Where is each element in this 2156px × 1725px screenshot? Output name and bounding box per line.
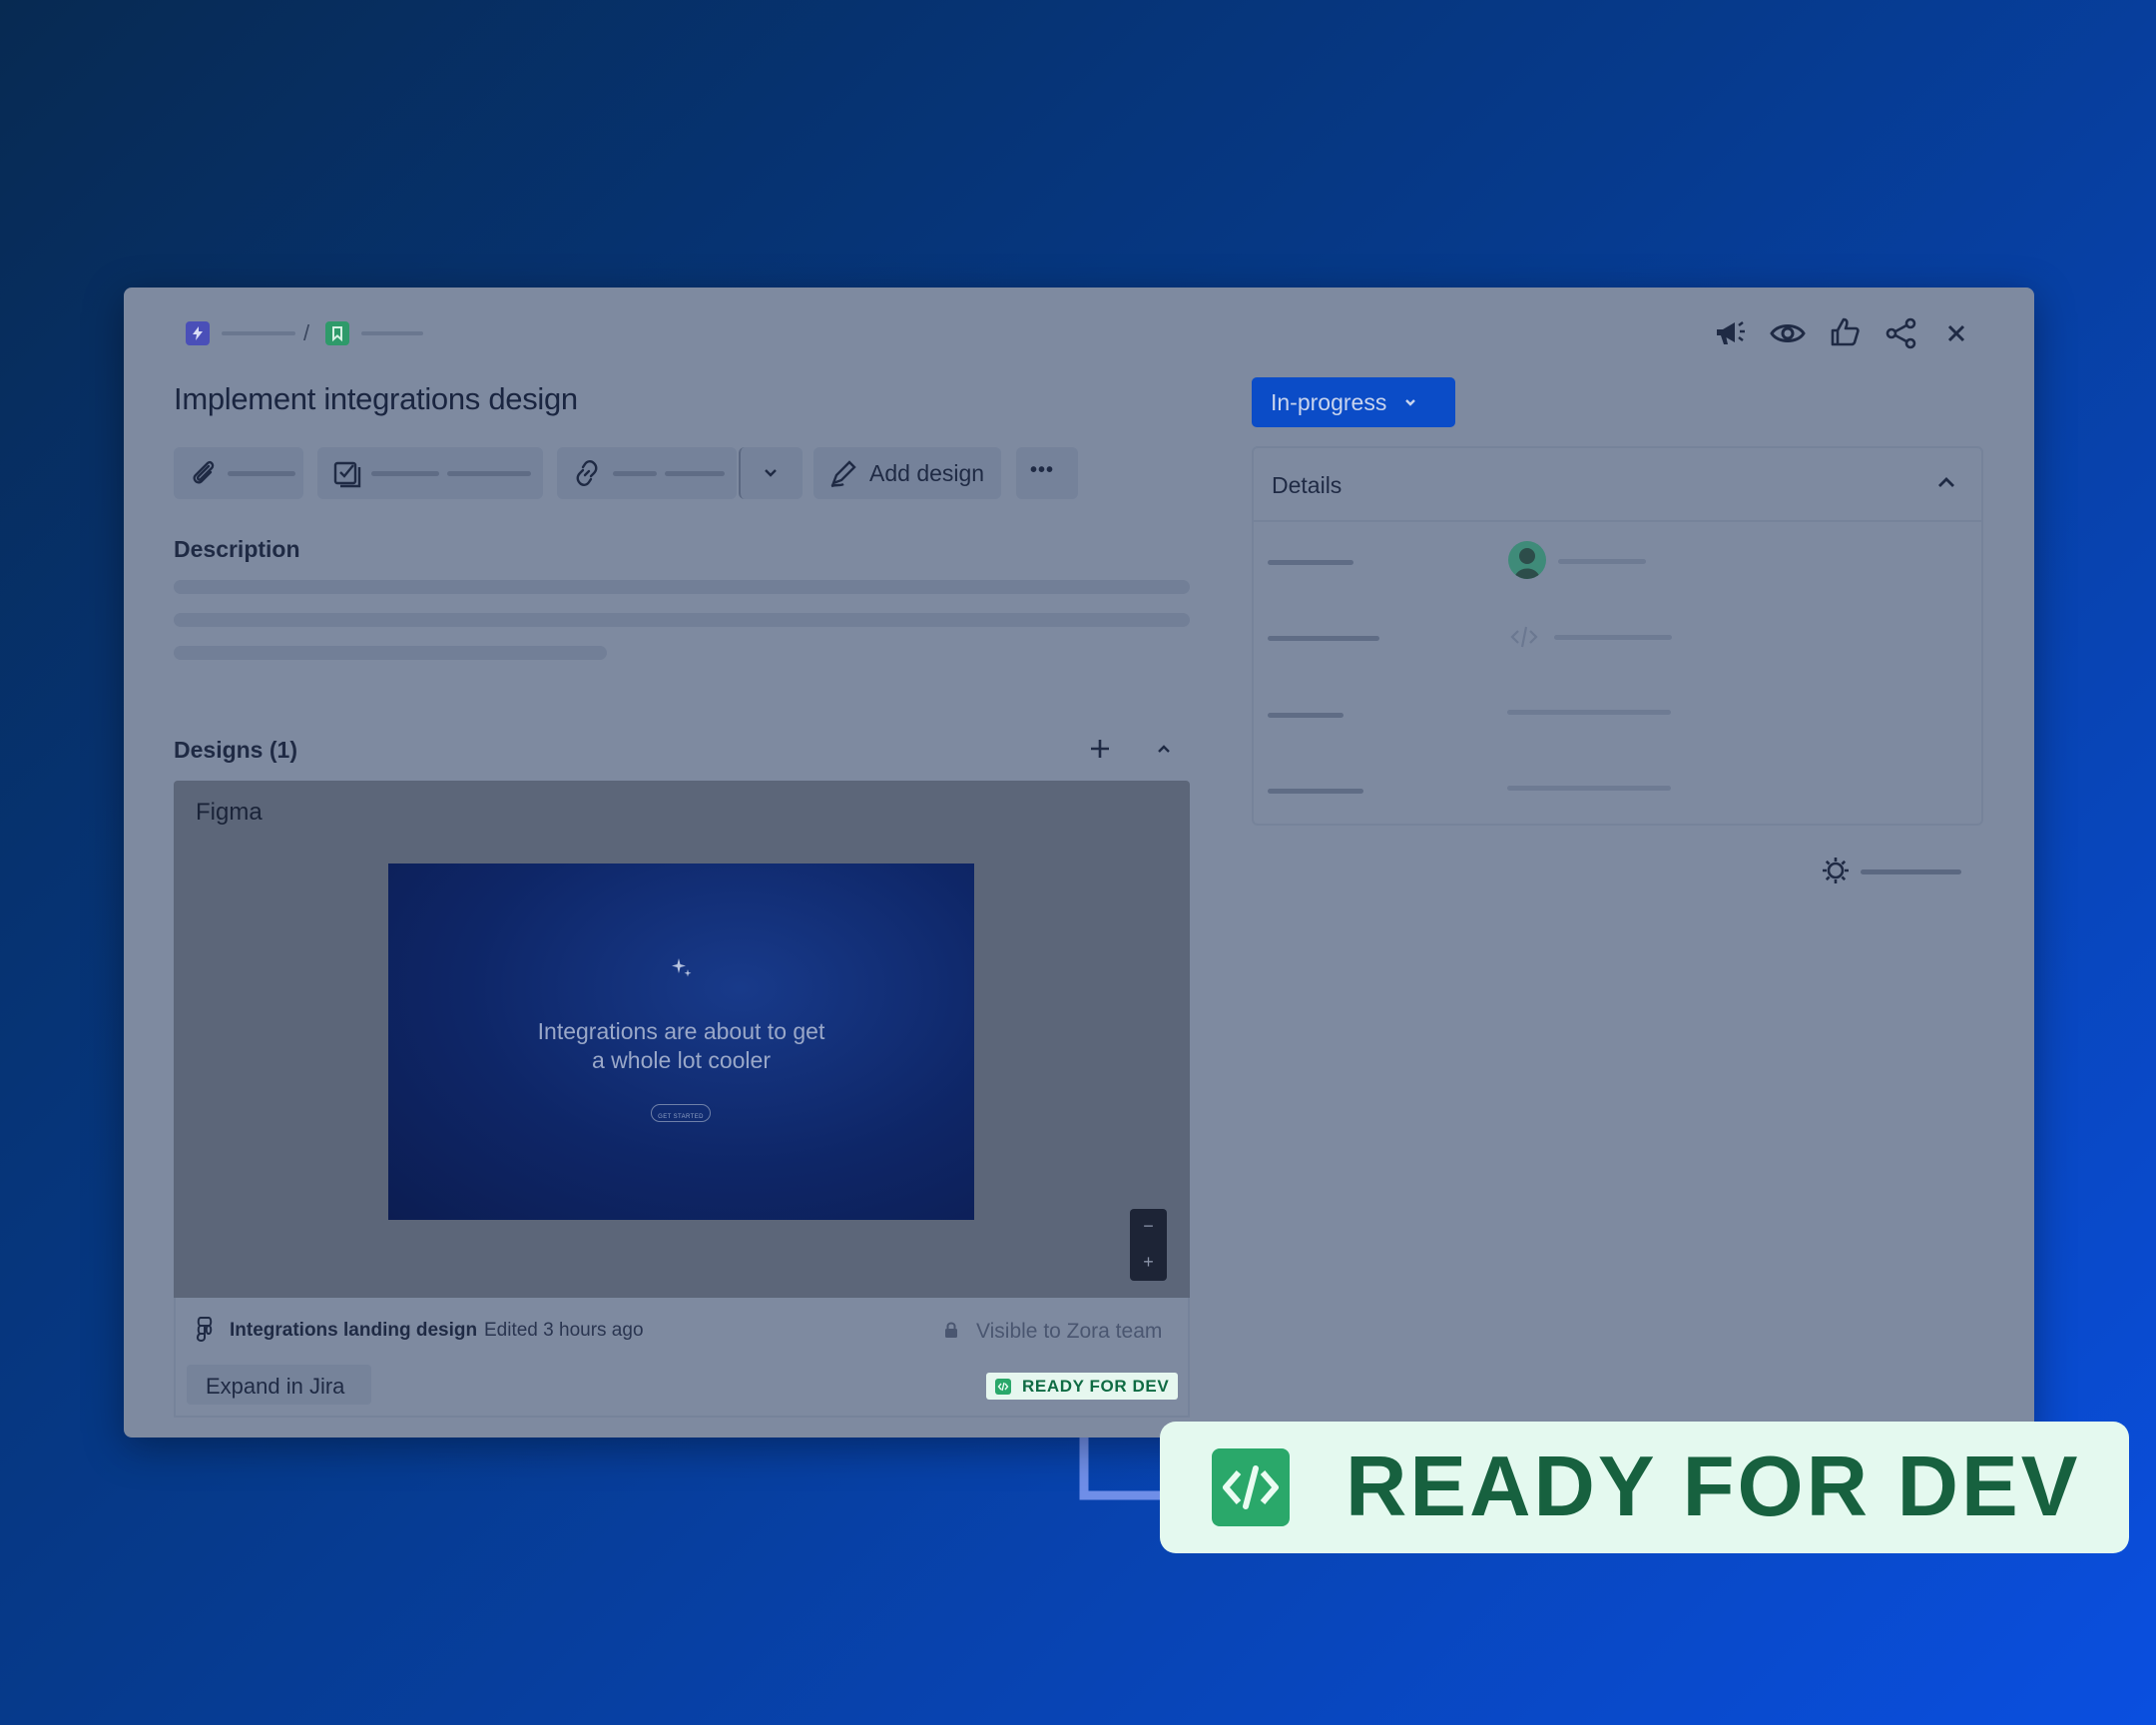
status-label: In-progress [1271, 388, 1387, 415]
design-frame: Integrations are about to get a whole lo… [388, 863, 974, 1220]
description-line [174, 646, 607, 660]
add-icon[interactable] [1089, 738, 1111, 760]
breadcrumb-separator: / [303, 320, 310, 345]
description-line [174, 580, 1190, 594]
link-icon [576, 460, 598, 486]
detail-field-label [1268, 789, 1363, 794]
add-design-button[interactable]: Add design [813, 447, 1001, 499]
details-panel: Details [1252, 446, 1983, 826]
zoom-out-button[interactable]: − [1130, 1209, 1167, 1245]
chevron-up-icon[interactable] [1156, 743, 1172, 755]
breadcrumb: / [186, 320, 425, 346]
megaphone-icon[interactable] [1713, 317, 1747, 349]
zoom-in-button[interactable]: + [1130, 1245, 1167, 1281]
design-file-name[interactable]: Integrations landing design [230, 1320, 477, 1342]
code-icon [995, 1378, 1011, 1395]
figma-icon [196, 1317, 213, 1342]
checkbox-icon [333, 461, 361, 488]
avatar[interactable] [1508, 541, 1546, 579]
lightning-icon[interactable] [186, 321, 210, 345]
detail-field-value [1507, 786, 1671, 791]
ready-for-dev-badge[interactable]: READY FOR DEV [986, 1373, 1179, 1400]
design-source-label: Figma [196, 799, 263, 826]
sparkle-icon [672, 958, 692, 977]
details-heading: Details [1272, 472, 1343, 498]
frame-headline-line1: Integrations are about to get [537, 1018, 825, 1044]
chevron-up-icon[interactable] [1936, 474, 1956, 490]
add-design-label: Add design [869, 460, 985, 486]
eye-icon[interactable] [1770, 318, 1806, 348]
detail-field-label [1268, 636, 1379, 641]
attach-button[interactable] [174, 447, 303, 499]
detail-field-label [1268, 713, 1344, 718]
design-edited-time: Edited 3 hours ago [484, 1320, 644, 1341]
designs-heading: Designs (1) [174, 737, 297, 763]
detail-field-value [1558, 559, 1646, 564]
expand-in-jira-button[interactable]: Expand in Jira [187, 1365, 371, 1405]
lock-icon [945, 1322, 957, 1338]
frame-cta-button: GET STARTED [651, 1104, 711, 1122]
detail-field-label [1268, 560, 1353, 565]
thumbs-up-icon[interactable] [1829, 316, 1861, 348]
close-icon[interactable] [1946, 323, 1966, 343]
frame-headline-line2: a whole lot cooler [592, 1047, 771, 1073]
share-icon[interactable] [1885, 316, 1918, 350]
code-icon [1510, 626, 1538, 648]
link-dropdown-button[interactable] [739, 447, 803, 499]
detail-field-value [1507, 710, 1671, 715]
code-icon [1212, 1448, 1290, 1526]
status-dropdown[interactable]: In-progress [1252, 377, 1455, 427]
expand-in-jira-label: Expand in Jira [206, 1374, 345, 1399]
chevron-down-icon [1405, 399, 1416, 406]
link-button[interactable] [557, 447, 737, 499]
settings-label [1861, 869, 1961, 874]
header-actions [1709, 315, 1970, 351]
paperclip-icon [193, 460, 215, 484]
gear-icon[interactable] [1820, 855, 1852, 886]
more-icon: ••• [1030, 459, 1055, 481]
issue-title[interactable]: Implement integrations design [174, 381, 578, 417]
chevron-down-icon [765, 469, 777, 477]
details-header[interactable]: Details [1254, 448, 1981, 522]
ready-for-dev-callout: READY FOR DEV [1160, 1422, 2129, 1553]
detail-field-value [1554, 635, 1672, 640]
pen-icon [830, 460, 856, 488]
checklist-button[interactable] [317, 447, 543, 499]
ready-for-dev-badge-label: READY FOR DEV [1022, 1376, 1170, 1396]
design-visibility: Visible to Zora team [976, 1320, 1163, 1343]
description-heading: Description [174, 536, 300, 562]
bookmark-icon[interactable] [325, 321, 349, 345]
frame-cta-label: GET STARTED [658, 1114, 704, 1120]
zoom-controls: − + [1130, 1209, 1167, 1281]
ready-for-dev-callout-label: READY FOR DEV [1346, 1439, 2081, 1534]
more-actions-button[interactable]: ••• [1016, 447, 1078, 499]
description-line [174, 613, 1190, 627]
